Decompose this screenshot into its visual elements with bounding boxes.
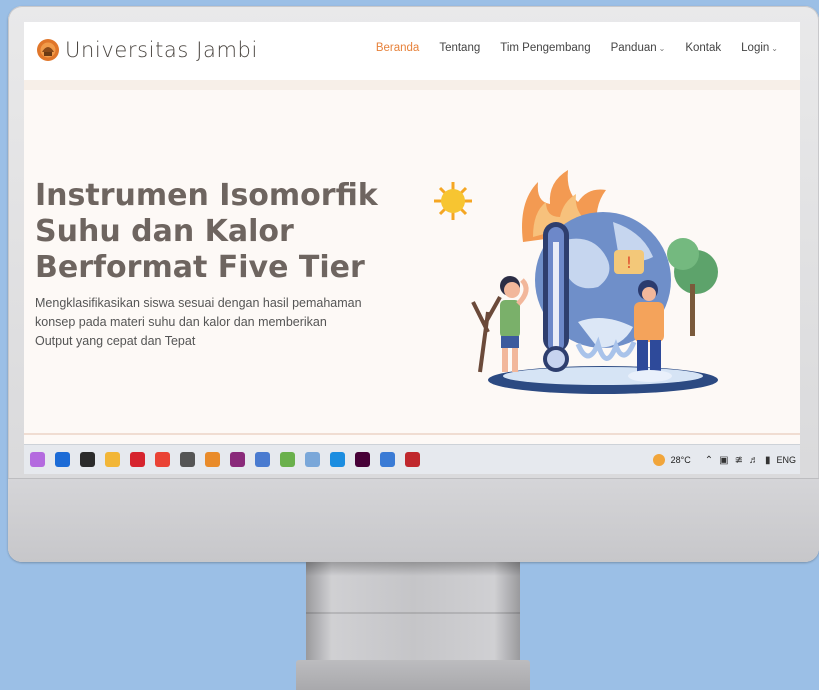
globe-icon[interactable] [380,452,395,467]
stand-shadow [306,562,520,576]
nav-label: Login [741,42,770,54]
winrar-icon[interactable] [230,452,245,467]
hero-band [24,80,800,90]
edge-icon[interactable] [330,452,345,467]
stand-divider [306,612,520,614]
system-tray: 28°C ⌃ ▣ ≇ ♬ ▮ ENG [652,445,796,474]
copilot-icon[interactable] [30,452,45,467]
nav-item-tentang[interactable]: Tentang [439,42,480,54]
nav-item-kontak[interactable]: Kontak [685,42,721,54]
opera-icon[interactable] [130,452,145,467]
nav-item-beranda[interactable]: Beranda [376,42,419,54]
volume-icon[interactable]: ♬ [749,455,759,466]
monitor-chin [8,478,819,562]
climate-illustration: ! [434,170,718,394]
notepad-icon[interactable] [280,452,295,467]
monitor-base [296,660,530,690]
hero-title-line: Suhu dan Kalor [35,214,294,249]
content-divider [24,433,800,435]
nav-label: Beranda [375,42,420,54]
battery-icon[interactable]: ▮ [765,455,771,466]
hero-title-line: Berformat Five Tier [35,250,365,285]
app-blue-icon[interactable] [255,452,270,467]
brand[interactable]: Universitas Jambi [36,38,258,62]
hero-description-line: Mengklasifikasikan siswa sesuai dengan h… [35,296,362,310]
calculator-icon[interactable] [180,452,195,467]
nav-item-login[interactable]: Login ⌄ [741,42,778,54]
nav-label: Kontak [685,42,722,54]
svg-text:!: ! [626,253,632,272]
language-indicator[interactable]: ENG [776,455,796,465]
nav-label: Tentang [439,42,481,54]
display-icon[interactable]: ▣ [719,455,728,466]
nav-label: Tim Pengembang [500,42,591,54]
weather-temp[interactable]: 28°C [671,455,691,465]
store-icon[interactable] [55,452,70,467]
weather-icon[interactable] [652,454,665,466]
main-nav: Beranda Tentang Tim Pengembang Panduan ⌄ … [376,42,778,54]
nav-label: Panduan [610,42,657,54]
chevron-down-icon: ⌄ [771,44,778,53]
paint-icon[interactable] [305,452,320,467]
wifi-icon[interactable]: ≇ [735,455,743,466]
screen: Universitas Jambi Beranda Tentang Tim Pe… [24,22,800,474]
nav-item-panduan[interactable]: Panduan ⌄ [611,42,666,54]
taskbar-apps [24,452,420,467]
app-orange-icon[interactable] [205,452,220,467]
navbar: Universitas Jambi Beranda Tentang Tim Pe… [24,22,800,80]
chevron-down-icon: ⌄ [658,44,666,53]
university-logo-icon [37,39,59,61]
mendeley-icon[interactable] [405,452,420,467]
brand-name: Universitas Jambi [65,38,258,62]
hero-description-line: Output yang cepat dan Tepat [35,334,196,348]
chrome-icon[interactable] [155,452,170,467]
hero-title: Instrumen Isomorfik Suhu dan Kalor Berfo… [35,178,378,286]
hero-description: Mengklasifikasikan siswa sesuai dengan h… [35,294,415,351]
hero-description-line: konsep pada materi suhu dan kalor dan me… [35,315,327,329]
sun-icon [434,182,472,220]
nav-item-tim-pengembang[interactable]: Tim Pengembang [500,42,590,54]
hot-person-figure [500,276,529,372]
hero-title-line: Instrumen Isomorfik [35,178,378,213]
terminal-icon[interactable] [80,452,95,467]
chevron-up-icon[interactable]: ⌃ [705,455,713,466]
windows-taskbar: 28°C ⌃ ▣ ≇ ♬ ▮ ENG [24,444,800,474]
dreamweaver-icon[interactable] [355,452,370,467]
file-explorer-icon[interactable] [105,452,120,467]
